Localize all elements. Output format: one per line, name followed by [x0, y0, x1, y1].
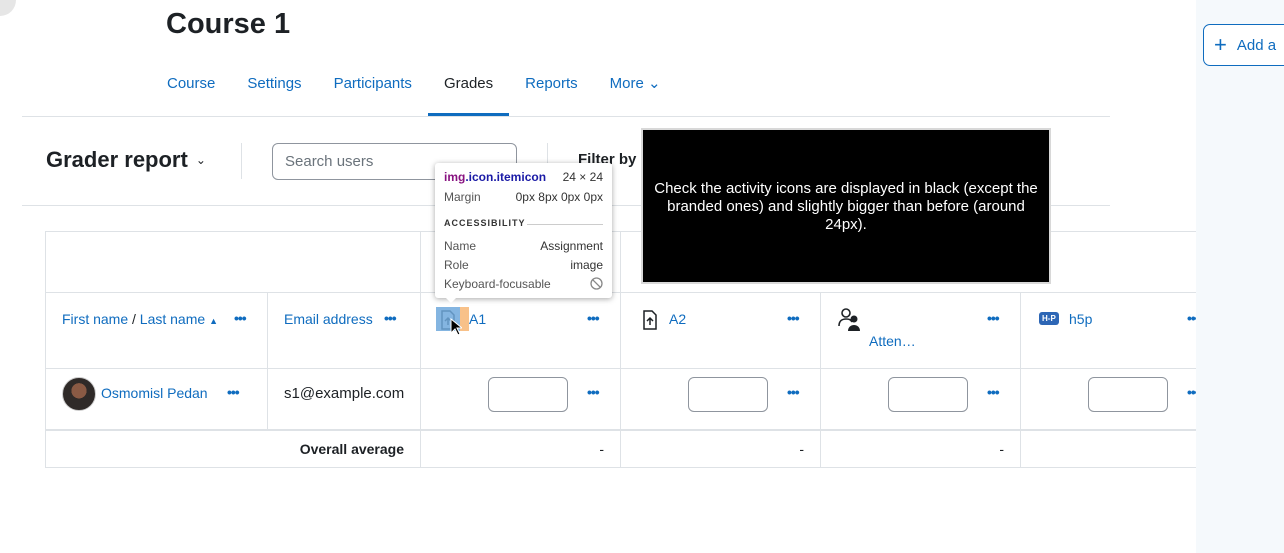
- student-email-cell: s1@example.com: [268, 369, 421, 430]
- activity-menu-attendance[interactable]: •••: [987, 310, 1000, 326]
- average-cell-h5p: [1021, 431, 1196, 467]
- email-header-cell: Email address •••: [268, 292, 421, 369]
- tab-course[interactable]: Course: [151, 66, 231, 116]
- grade-cell-a2: •••: [621, 369, 821, 430]
- activity-link-a1[interactable]: A1: [469, 311, 486, 327]
- average-value: -: [799, 441, 804, 457]
- overall-label-cell: Overall average: [46, 431, 421, 467]
- grade-input-a1[interactable]: [488, 377, 568, 412]
- activity-menu-a1[interactable]: •••: [587, 310, 600, 326]
- student-name-cell: Osmomisl Pedan •••: [46, 369, 268, 430]
- tooltip-section-rule: [527, 224, 603, 225]
- not-allowed-icon: [590, 277, 603, 293]
- activity-header-h5p: H-P h5p •••: [1021, 292, 1196, 369]
- average-value: -: [999, 441, 1004, 457]
- report-title: Grader report: [46, 147, 188, 172]
- avatar: [62, 377, 96, 411]
- add-block-label: Add a: [1236, 36, 1277, 54]
- tab-grades[interactable]: Grades: [427, 66, 510, 116]
- grade-menu-h5p[interactable]: •••: [1187, 384, 1196, 400]
- tooltip-caret: [444, 296, 458, 303]
- tooltip-role-label: Role: [444, 258, 469, 272]
- plus-icon: +: [1214, 32, 1227, 57]
- inspector-tooltip: img.icon.itemicon 24 × 24 Margin 0px 8px…: [435, 163, 612, 298]
- sort-asc-icon: ▲: [209, 316, 218, 326]
- average-cell-attendance: -: [821, 431, 1021, 467]
- grade-input-attendance[interactable]: [888, 377, 968, 412]
- chevron-down-icon: ⌄: [195, 153, 206, 167]
- toolbar-divider: [241, 143, 242, 179]
- tooltip-name-value: Assignment: [540, 239, 603, 253]
- tooltip-selector: img.icon.itemicon: [444, 170, 546, 184]
- tooltip-margin-value: 0px 8px 0px 0px: [515, 190, 603, 204]
- activity-link-a2[interactable]: A2: [669, 311, 686, 327]
- header-spacer: [46, 232, 421, 292]
- name-separator: /: [132, 311, 136, 327]
- email-header[interactable]: Email address: [284, 311, 373, 327]
- tab-participants[interactable]: Participants: [318, 66, 428, 116]
- h5p-icon: H-P: [1039, 312, 1059, 325]
- nav-divider: [22, 116, 1110, 117]
- attendance-icon: [837, 306, 863, 332]
- last-name-link[interactable]: Last name: [140, 311, 205, 327]
- activity-link-attendance[interactable]: Atten…: [869, 333, 916, 349]
- grade-menu-a2[interactable]: •••: [787, 384, 800, 400]
- activity-menu-a2[interactable]: •••: [787, 310, 800, 326]
- name-menu-button[interactable]: •••: [234, 310, 247, 326]
- first-name-link[interactable]: First name: [62, 311, 128, 327]
- page-title: Course 1: [166, 8, 291, 40]
- tooltip-section-title: ACCESSIBILITY: [444, 218, 526, 228]
- grade-cell-attendance: •••: [821, 369, 1021, 430]
- name-header-cell: First name / Last name ▲ •••: [46, 292, 268, 369]
- name-sort-header[interactable]: First name / Last name ▲: [62, 311, 218, 327]
- average-value: -: [599, 441, 604, 457]
- tooltip-size: 24 × 24: [562, 170, 603, 184]
- corner-indicator: [0, 0, 16, 16]
- report-selector[interactable]: Grader report ⌄: [46, 147, 206, 173]
- grade-cell-h5p: •••: [1021, 369, 1196, 430]
- selector-classes: .icon.itemicon: [465, 170, 547, 184]
- tab-reports[interactable]: Reports: [509, 66, 594, 116]
- tooltip-name-label: Name: [444, 239, 477, 253]
- mouse-cursor-icon: [450, 317, 464, 341]
- right-drawer: [1196, 0, 1284, 553]
- student-menu-button[interactable]: •••: [227, 384, 240, 400]
- tooltip-keyboard-label: Keyboard-focusable: [444, 277, 551, 291]
- activity-header-a2: A2 •••: [621, 292, 821, 369]
- tab-more[interactable]: More ⌄: [594, 66, 677, 116]
- assignment-icon: [640, 309, 660, 331]
- overall-average-label: Overall average: [299, 441, 404, 457]
- tooltip-margin-label: Margin: [444, 190, 481, 204]
- average-cell-a2: -: [621, 431, 821, 467]
- activity-link-h5p[interactable]: h5p: [1069, 311, 1092, 327]
- activity-header-attendance: Atten… •••: [821, 292, 1021, 369]
- average-cell-a1: -: [421, 431, 621, 467]
- activity-menu-h5p[interactable]: •••: [1187, 310, 1196, 326]
- grade-menu-attendance[interactable]: •••: [987, 384, 1000, 400]
- add-block-button[interactable]: + Add a: [1203, 24, 1284, 66]
- instruction-overlay: Check the activity icons are displayed i…: [641, 128, 1051, 284]
- tab-settings[interactable]: Settings: [231, 66, 317, 116]
- grade-input-h5p[interactable]: [1088, 377, 1168, 412]
- course-nav: Course Settings Participants Grades Repo…: [151, 66, 677, 116]
- student-name-link[interactable]: Osmomisl Pedan: [101, 385, 208, 401]
- student-email: s1@example.com: [284, 385, 405, 402]
- email-menu-button[interactable]: •••: [384, 310, 397, 326]
- grade-input-a2[interactable]: [688, 377, 768, 412]
- grade-menu-a1[interactable]: •••: [587, 384, 600, 400]
- selector-tag: img: [444, 170, 466, 184]
- grade-cell-a1: •••: [421, 369, 621, 430]
- tooltip-role-value: image: [570, 258, 603, 272]
